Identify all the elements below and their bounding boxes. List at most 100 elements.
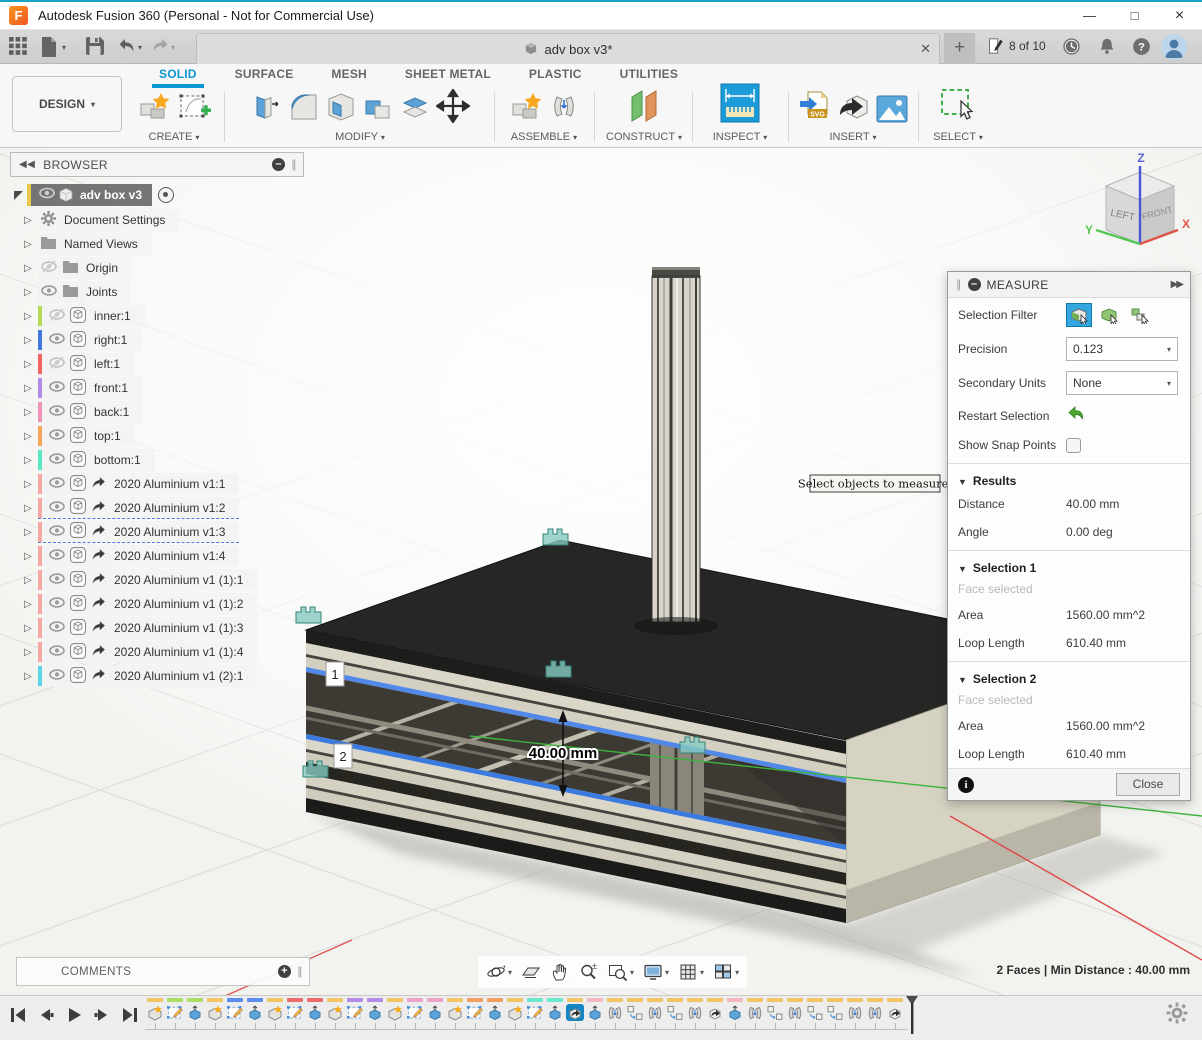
grid-settings-icon[interactable]: ▾ [678,962,704,982]
timeline-feature[interactable] [625,998,645,1029]
assemble-group-label[interactable]: ASSEMBLE ▾ [500,131,588,143]
extrude-feature-icon[interactable] [306,1004,324,1021]
file-menu-caret[interactable]: ▾ [62,43,66,52]
timeline-feature[interactable] [145,998,165,1029]
extrude-feature-icon[interactable] [586,1004,604,1021]
measure-drag-handle[interactable]: ∥ [956,278,962,291]
ribbon-tab-plastic[interactable]: PLASTIC [510,64,601,86]
new-component-icon[interactable] [146,1004,164,1021]
derive-feature-icon[interactable] [566,1004,584,1021]
visibility-eye-icon[interactable] [46,548,68,564]
expand-arrow-icon[interactable]: ▷ [24,239,38,250]
joint-feature-icon[interactable] [846,1004,864,1021]
workspace-selector-button[interactable]: DESIGN▾ [12,76,122,132]
timeline-feature[interactable] [445,998,465,1029]
browser-tree-item[interactable]: ▷ left:1 [10,352,306,376]
info-icon[interactable]: i [958,777,974,793]
visibility-eye-icon[interactable] [46,524,68,540]
timeline-feature[interactable] [385,998,405,1029]
timeline-feature[interactable] [785,998,805,1029]
visibility-eye-icon[interactable] [46,668,68,684]
browser-tree-item[interactable]: ▷ top:1 [10,424,306,448]
timeline-feature[interactable] [825,998,845,1029]
results-section-header[interactable]: ▼Results [948,468,1190,490]
file-menu-icon[interactable] [40,37,60,57]
browser-tree-item[interactable]: ▷ inner:1 [10,304,306,328]
expand-arrow-icon[interactable]: ▷ [24,479,38,490]
expand-arrow-icon[interactable]: ▷ [24,551,38,562]
browser-tree-item[interactable]: ▷ back:1 [10,400,306,424]
browser-tree-item[interactable]: ▷ Joints [10,280,306,304]
expand-arrow-icon[interactable]: ▷ [24,575,38,586]
ribbon-tab-solid[interactable]: SOLID [140,64,216,86]
timeline-feature[interactable] [605,998,625,1029]
orbit-icon[interactable]: ▾ [486,962,512,982]
timeline-feature[interactable] [485,998,505,1029]
display-settings-icon[interactable]: ▾ [643,962,669,982]
timeline-feature[interactable] [725,998,745,1029]
visibility-eye-icon[interactable] [46,596,68,612]
timeline-track[interactable] [145,1029,907,1030]
browser-tree-item[interactable]: ▷ 2020 Aluminium v1:4 [10,544,306,568]
help-icon[interactable]: ? [1132,37,1152,57]
timeline-feature[interactable] [845,998,865,1029]
timeline-feature[interactable] [665,998,685,1029]
sketch-feature-icon[interactable] [466,1004,484,1021]
shell-icon[interactable] [325,91,357,128]
expand-arrow-icon[interactable]: ▷ [24,263,38,274]
notifications-bell-icon[interactable] [1098,37,1118,57]
browser-tree-item[interactable]: ▷ 2020 Aluminium v1 (2):1 [10,664,306,688]
assemble-new-component-icon[interactable] [510,91,544,128]
fit-icon[interactable]: ▾ [608,962,634,982]
browser-tree-item[interactable]: ▷ Named Views [10,232,306,256]
visibility-eye-icon[interactable] [38,284,60,300]
go-to-start-button[interactable] [8,1005,28,1025]
timeline-feature[interactable] [165,998,185,1029]
as-built-joint-icon[interactable] [766,1004,784,1021]
visibility-eye-icon[interactable] [46,572,68,588]
expand-arrow-icon[interactable]: ▷ [24,215,38,226]
derive-feature-icon[interactable] [886,1004,904,1021]
extrude-feature-icon[interactable] [726,1004,744,1021]
close-button[interactable]: Close [1116,773,1180,796]
browser-tree-item[interactable]: ▷ right:1 [10,328,306,352]
ribbon-tab-mesh[interactable]: MESH [312,64,385,86]
joint-feature-icon[interactable] [786,1004,804,1021]
visibility-eye-icon[interactable] [46,332,68,348]
timeline-feature[interactable] [545,998,565,1029]
visibility-eye-icon[interactable] [46,428,68,444]
insert-derive-icon[interactable] [837,91,871,128]
visibility-eye-icon[interactable] [46,356,68,372]
measure-expand-icon[interactable]: ▶▶ [1171,279,1182,290]
tab-close-icon[interactable]: ✕ [920,41,931,57]
timeline-feature[interactable] [325,998,345,1029]
browser-tree-item[interactable]: ▷ 2020 Aluminium v1:1 [10,472,306,496]
joint-icon[interactable] [549,93,579,128]
comments-bar[interactable]: COMMENTS + ∥ [16,957,310,986]
measure-minimize-icon[interactable]: – [968,278,981,291]
inspect-group-label[interactable]: INSPECT ▾ [698,131,782,143]
go-to-end-button[interactable] [120,1005,140,1025]
construct-group-label[interactable]: CONSTRUCT ▾ [600,131,688,143]
timeline-feature[interactable] [225,998,245,1029]
timeline-feature[interactable] [525,998,545,1029]
extrude-feature-icon[interactable] [546,1004,564,1021]
expand-arrow-icon[interactable]: ▷ [24,359,38,370]
new-component-icon[interactable] [446,1004,464,1021]
press-pull-icon[interactable] [251,91,283,128]
timeline-feature[interactable] [345,998,365,1029]
sketch-feature-icon[interactable] [286,1004,304,1021]
expand-arrow-icon[interactable]: ▷ [24,599,38,610]
timeline-feature[interactable] [505,998,525,1029]
zoom-icon[interactable]: ± [579,962,599,982]
timeline-feature[interactable] [585,998,605,1029]
expand-arrow-icon[interactable]: ▷ [24,647,38,658]
new-component-icon[interactable] [506,1004,524,1021]
timeline-feature[interactable] [765,998,785,1029]
close-window-button[interactable]: × [1157,2,1202,30]
restart-selection-icon[interactable] [1066,405,1086,426]
modify-group-label[interactable]: MODIFY ▾ [232,131,488,143]
insert-canvas-icon[interactable] [876,95,908,128]
browser-tree-item[interactable]: ▷ 2020 Aluminium v1 (1):4 [10,640,306,664]
as-built-joint-icon[interactable] [806,1004,824,1021]
